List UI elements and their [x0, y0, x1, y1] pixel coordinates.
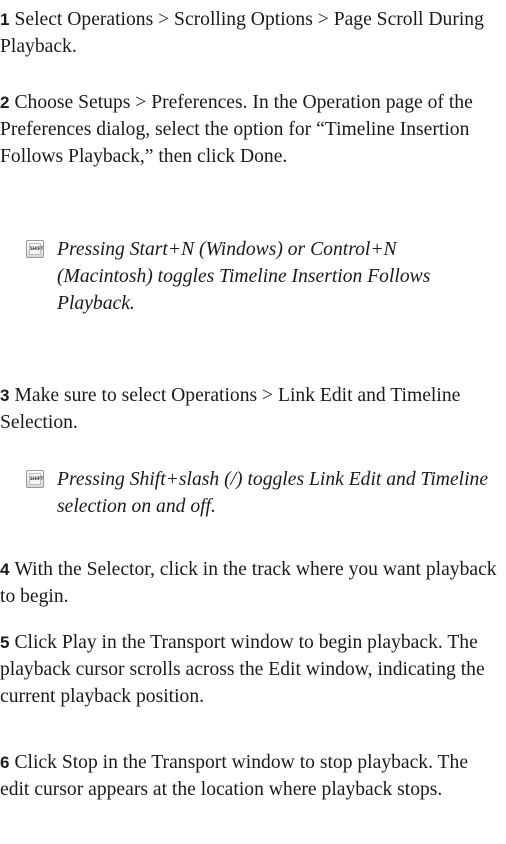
- step-number: 4: [0, 560, 10, 579]
- step-number: 6: [0, 753, 10, 772]
- shift-key-icon-label: SHIFT: [29, 243, 43, 255]
- step-text: Select Operations > Scrolling Options > …: [0, 9, 484, 57]
- step-4: 4 With the Selector, click in the track w…: [0, 556, 500, 610]
- tip-note-2: SHIFT Pressing Shift+slash (/) toggles L…: [26, 466, 496, 520]
- tip-text: Pressing Start+N (Windows) or Control+N …: [57, 239, 431, 314]
- tip-text: Pressing Shift+slash (/) toggles Link Ed…: [57, 469, 489, 517]
- step-1: 1 Select Operations > Scrolling Options >…: [0, 6, 500, 60]
- shift-key-icon-label: SHIFT: [29, 473, 43, 485]
- step-text: Click Stop in the Transport window to st…: [0, 752, 469, 800]
- shift-key-icon: SHIFT: [26, 470, 44, 488]
- step-2: 2 Choose Setups > Preferences. In the Ope…: [0, 89, 500, 170]
- step-number: 2: [0, 93, 10, 112]
- step-3: 3 Make sure to select Operations > Link E…: [0, 382, 500, 436]
- shift-key-icon: SHIFT: [26, 240, 44, 258]
- step-number: 1: [0, 10, 10, 29]
- document-page: 1 Select Operations > Scrolling Options >…: [0, 0, 506, 844]
- step-text: Make sure to select Operations > Link Ed…: [0, 385, 461, 433]
- step-6: 6 Click Stop in the Transport window to s…: [0, 749, 500, 803]
- step-number: 3: [0, 386, 10, 405]
- tip-note-1: SHIFT Pressing Start+N (Windows) or Cont…: [26, 236, 496, 317]
- step-text: Click Play in the Transport window to be…: [0, 632, 485, 707]
- step-number: 5: [0, 633, 10, 652]
- step-text: With the Selector, click in the track wh…: [0, 559, 497, 607]
- step-5: 5 Click Play in the Transport window to b…: [0, 629, 500, 710]
- step-text: Choose Setups > Preferences. In the Oper…: [0, 92, 473, 167]
